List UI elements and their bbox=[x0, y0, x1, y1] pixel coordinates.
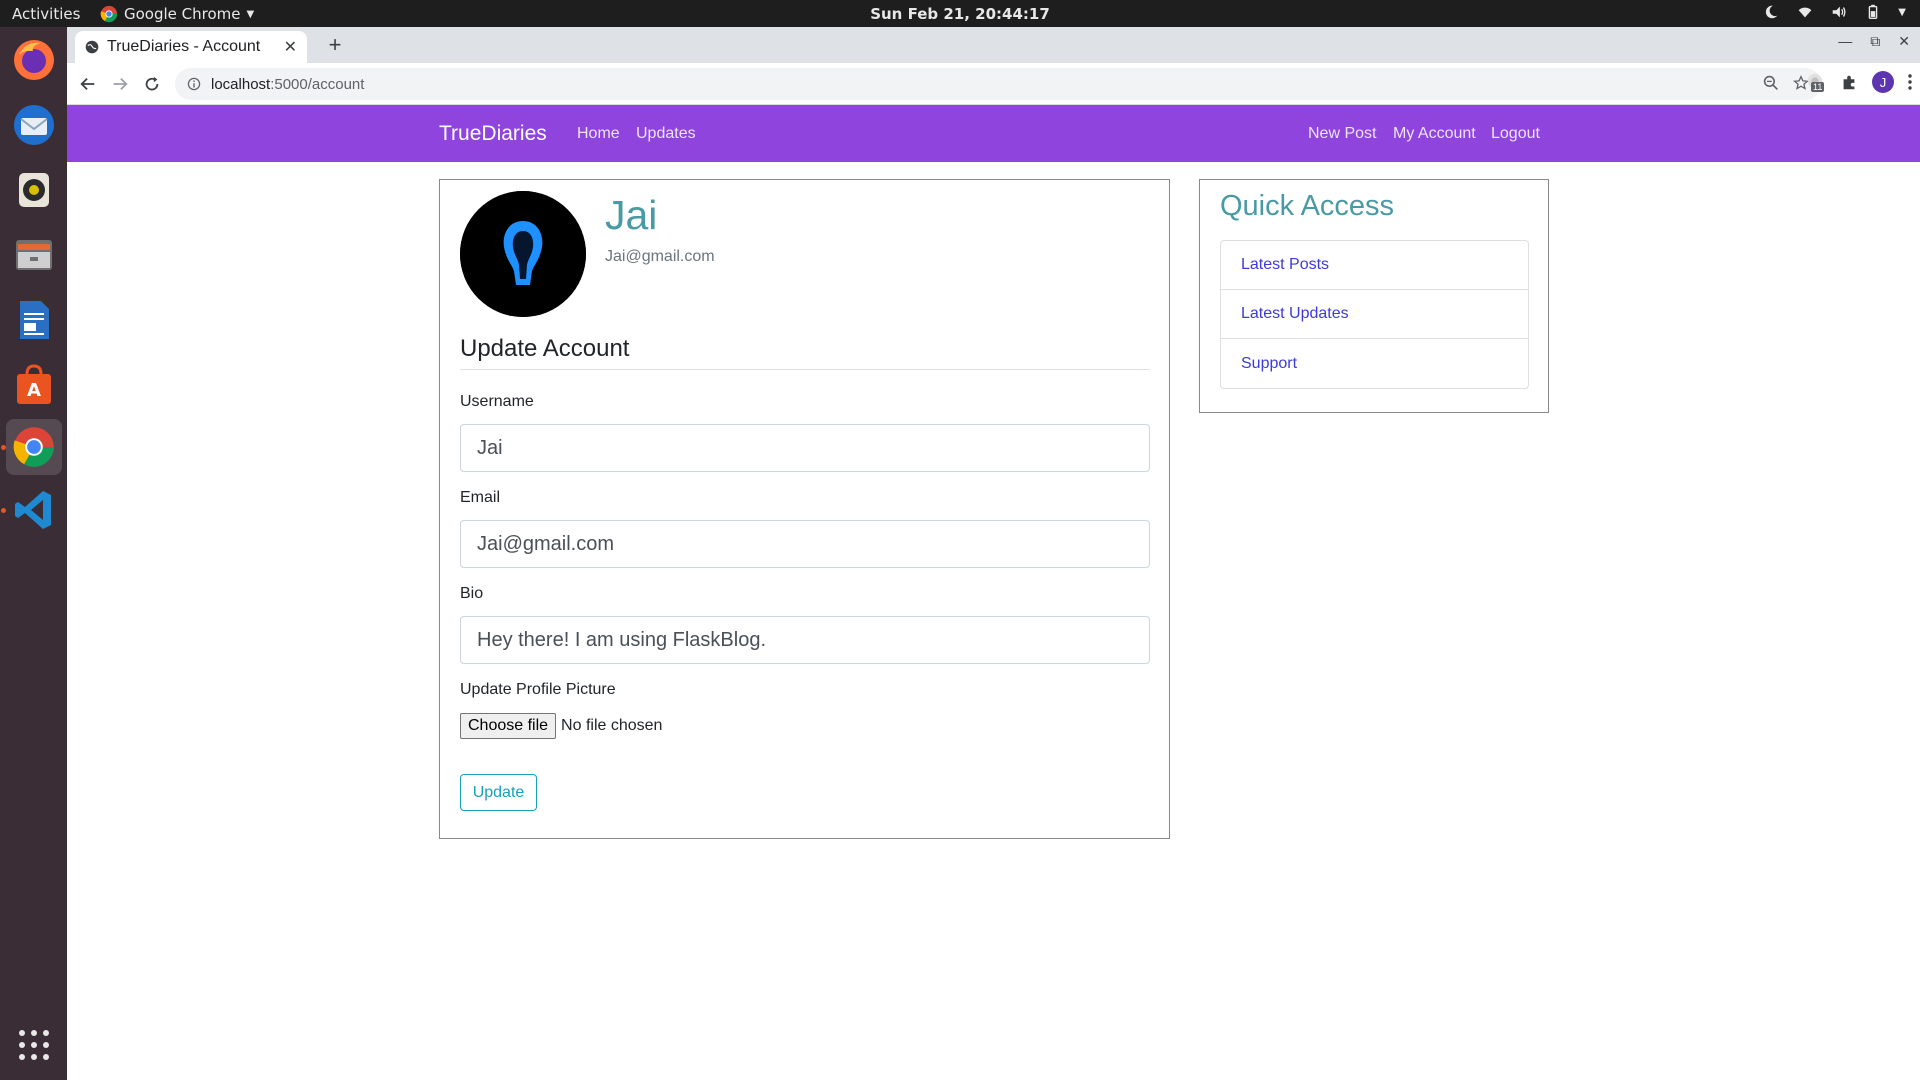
show-applications-button[interactable] bbox=[6, 1017, 62, 1073]
restore-icon[interactable]: ⧉ bbox=[1870, 33, 1880, 50]
extension-badge-button[interactable]: 11 bbox=[1806, 72, 1826, 92]
files-launcher[interactable] bbox=[6, 227, 62, 283]
picture-label: Update Profile Picture bbox=[460, 681, 616, 698]
reload-icon bbox=[145, 76, 159, 91]
svg-text:A: A bbox=[27, 380, 41, 401]
rhythmbox-launcher[interactable] bbox=[6, 162, 62, 218]
forward-button[interactable] bbox=[107, 71, 133, 97]
chrome-small-icon bbox=[100, 5, 118, 23]
quick-link-latest-updates[interactable]: Latest Updates bbox=[1221, 290, 1528, 339]
email-label: Email bbox=[460, 489, 501, 506]
email-field[interactable] bbox=[460, 520, 1150, 568]
chrome-launcher[interactable] bbox=[6, 419, 62, 475]
new-tab-button[interactable]: + bbox=[321, 31, 349, 59]
bio-field[interactable] bbox=[460, 616, 1150, 664]
brand-link[interactable]: TrueDiaries bbox=[439, 122, 547, 146]
software-center-launcher[interactable]: A bbox=[6, 357, 62, 413]
thunderbird-icon bbox=[14, 105, 54, 145]
update-button[interactable]: Update bbox=[460, 774, 537, 811]
forward-arrow-icon bbox=[113, 77, 128, 91]
profile-email: Jai@gmail.com bbox=[605, 248, 715, 265]
browser-window: TrueDiaries - Account ✕ + — ⧉ ✕ localhos… bbox=[67, 27, 1920, 1080]
profile-username: Jai bbox=[605, 192, 658, 238]
vscode-icon bbox=[15, 491, 51, 529]
page-viewport: TrueDiaries Home Updates New Post My Acc… bbox=[67, 105, 1920, 1080]
bio-label: Bio bbox=[460, 585, 484, 602]
night-light-icon bbox=[1766, 5, 1778, 19]
profile-silhouette-icon bbox=[460, 191, 586, 317]
quick-link-latest-posts[interactable]: Latest Posts bbox=[1221, 241, 1528, 290]
software-center-icon: A bbox=[17, 364, 51, 404]
nav-logout-link[interactable]: Logout bbox=[1491, 125, 1540, 143]
clock[interactable]: Sun Feb 21, 20:44:17 bbox=[870, 5, 1050, 23]
back-arrow-icon bbox=[80, 77, 95, 91]
writer-launcher[interactable] bbox=[6, 292, 62, 348]
username-field[interactable] bbox=[460, 424, 1150, 472]
file-input: Choose file No file chosen bbox=[460, 713, 662, 739]
files-icon bbox=[16, 240, 52, 270]
firefox-launcher[interactable] bbox=[6, 32, 62, 88]
minimize-icon[interactable]: — bbox=[1838, 33, 1852, 50]
nav-new-post-link[interactable]: New Post bbox=[1308, 125, 1376, 143]
puzzle-extensions-icon[interactable] bbox=[1840, 73, 1858, 91]
zoom-icon[interactable] bbox=[1763, 75, 1779, 91]
dock: A bbox=[0, 27, 67, 1080]
chevron-down-icon: ▼ bbox=[246, 8, 255, 20]
nav-home-link[interactable]: Home bbox=[577, 125, 620, 143]
vscode-running-indicator bbox=[1, 508, 6, 513]
activities-button[interactable]: Activities bbox=[12, 5, 80, 23]
chrome-running-indicator bbox=[1, 445, 6, 450]
libreoffice-writer-icon bbox=[20, 301, 49, 339]
system-menu-chevron-icon: ▼ bbox=[1898, 6, 1906, 18]
site-navbar: TrueDiaries Home Updates New Post My Acc… bbox=[67, 105, 1920, 162]
address-bar[interactable]: localhost:5000/account bbox=[175, 68, 1821, 100]
url-host: localhost bbox=[211, 75, 271, 93]
vscode-launcher[interactable] bbox=[6, 482, 62, 538]
wifi-icon bbox=[1798, 7, 1812, 18]
extension-badge-count: 11 bbox=[1811, 82, 1825, 92]
quick-access-list: Latest Posts Latest Updates Support bbox=[1220, 240, 1529, 389]
app-menu[interactable]: Google Chrome ▼ bbox=[100, 5, 254, 23]
profile-avatar[interactable]: J bbox=[1872, 71, 1894, 93]
account-card: Jai Jai@gmail.com Update Account Usernam… bbox=[439, 179, 1170, 839]
quick-access-title: Quick Access bbox=[1220, 190, 1395, 222]
nav-my-account-link[interactable]: My Account bbox=[1393, 125, 1476, 143]
tab-account[interactable]: TrueDiaries - Account ✕ bbox=[75, 31, 307, 63]
close-window-icon[interactable]: ✕ bbox=[1898, 33, 1910, 50]
url-path: :5000/account bbox=[270, 75, 365, 93]
nav-updates-link[interactable]: Updates bbox=[636, 125, 696, 143]
tab-strip: TrueDiaries - Account ✕ + — ⧉ ✕ bbox=[67, 27, 1920, 63]
globe-icon bbox=[85, 40, 99, 54]
system-top-bar: Activities Google Chrome ▼ Sun Feb 21, 2… bbox=[0, 0, 1920, 27]
show-apps-icon bbox=[19, 1030, 49, 1060]
battery-icon bbox=[1869, 4, 1878, 19]
firefox-icon bbox=[14, 40, 54, 80]
more-menu-icon[interactable] bbox=[1908, 74, 1912, 90]
rhythmbox-icon bbox=[19, 173, 49, 207]
file-status: No file chosen bbox=[561, 717, 663, 734]
update-account-heading: Update Account bbox=[460, 335, 1150, 370]
username-label: Username bbox=[460, 393, 534, 410]
volume-icon bbox=[1832, 6, 1846, 18]
quick-link-support[interactable]: Support bbox=[1221, 339, 1528, 388]
back-button[interactable] bbox=[75, 71, 101, 97]
system-tray[interactable]: ▼ bbox=[1762, 3, 1906, 21]
reload-button[interactable] bbox=[139, 71, 165, 97]
choose-file-button[interactable]: Choose file bbox=[460, 713, 557, 739]
info-icon[interactable] bbox=[187, 77, 201, 91]
quick-access-card: Quick Access Latest Posts Latest Updates… bbox=[1199, 179, 1549, 413]
chrome-icon bbox=[13, 427, 54, 467]
close-tab-icon[interactable]: ✕ bbox=[284, 37, 297, 57]
app-menu-label: Google Chrome bbox=[124, 5, 241, 23]
profile-picture bbox=[460, 191, 586, 317]
thunderbird-launcher[interactable] bbox=[6, 97, 62, 153]
browser-toolbar: localhost:5000/account 11 J bbox=[67, 63, 1920, 105]
tab-title: TrueDiaries - Account bbox=[107, 38, 261, 55]
